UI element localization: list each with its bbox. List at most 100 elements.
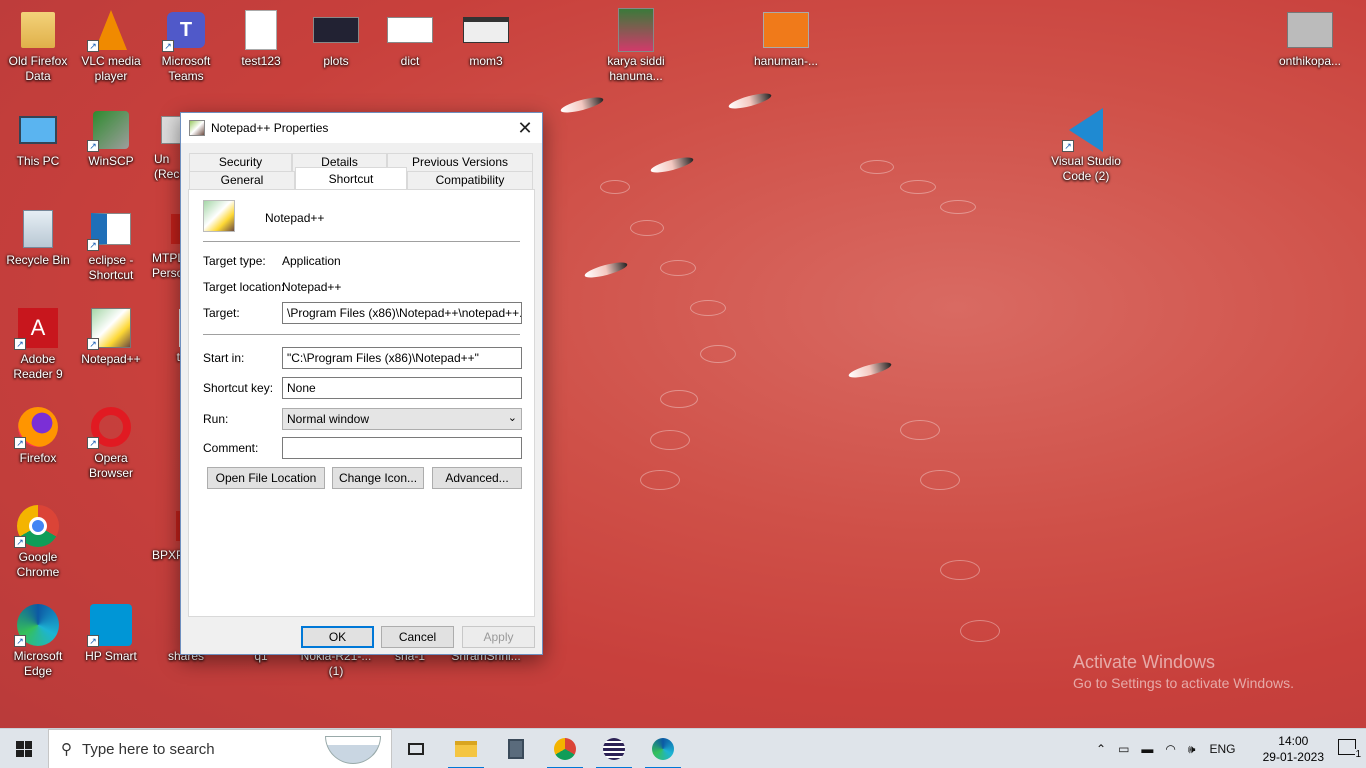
desktop-icon-eclipse[interactable]: ↗ eclipse - Shortcut (73, 207, 149, 283)
taskbar-chrome[interactable] (541, 729, 589, 768)
change-icon-button[interactable]: Change Icon... (332, 467, 424, 489)
tab-security[interactable]: Security (189, 153, 292, 171)
desktop-icon-hanuman[interactable]: hanuman-... (748, 8, 824, 69)
desktop-icon-this-pc[interactable]: This PC (0, 108, 76, 169)
desktop-icon-unknown[interactable]: Un (Reco (148, 108, 180, 182)
cancel-button[interactable]: Cancel (381, 626, 454, 648)
search-box[interactable]: ⚲ Type here to search (48, 729, 392, 768)
thumbnail-icon (463, 17, 509, 43)
desktop-icon-label: MTPL Perso (152, 251, 180, 280)
desktop-icon-vscode[interactable]: ↗ Visual Studio Code (2) (1048, 108, 1124, 184)
taskbar-eclipse[interactable] (590, 729, 638, 768)
desktop-icon-label: This PC (16, 154, 60, 168)
run-select[interactable]: Normal window ⌄ (282, 408, 522, 430)
desktop-icon-recycle-bin[interactable]: Recycle Bin (0, 207, 76, 268)
tab-previous-versions[interactable]: Previous Versions (387, 153, 533, 171)
divider (203, 241, 520, 242)
tab-general[interactable]: General (189, 171, 295, 189)
target-type-label: Target type: (203, 254, 266, 268)
notification-center-icon[interactable]: 1 (1338, 739, 1361, 760)
flamingo (649, 154, 695, 176)
desktop-icon-adobe-reader[interactable]: A ↗ Adobe Reader 9 (0, 306, 76, 382)
desktop-icon-label: Microsoft Teams (161, 54, 211, 83)
desktop-icon-label: VLC media player (81, 54, 141, 83)
desktop-icon-label: Microsoft Edge (13, 649, 63, 678)
pdf-icon (171, 214, 180, 244)
desktop-icon-teams[interactable]: T ↗ Microsoft Teams (148, 8, 224, 84)
desktop-icon-dict[interactable]: dict (372, 8, 448, 69)
desktop-icon-label: Visual Studio Code (2) (1051, 154, 1121, 183)
desktop-icon-opera[interactable]: ↗ Opera Browser (73, 405, 149, 481)
vlc-cone-icon (95, 10, 127, 50)
desktop-icon-label: t (176, 350, 180, 364)
search-icon: ⚲ (61, 741, 72, 758)
notification-count: 1 (1355, 749, 1361, 760)
desktop-icon-karya-siddi[interactable]: karya siddi hanuma... (598, 8, 674, 84)
comment-input[interactable] (282, 437, 522, 459)
eclipse-icon (603, 738, 625, 760)
taskbar-file-explorer[interactable] (442, 729, 490, 768)
clock-date: 29-01-2023 (1262, 750, 1324, 764)
chevron-up-icon[interactable]: ⌃ (1096, 742, 1106, 756)
desktop-icon-label: Opera Browser (88, 451, 133, 480)
desktop-icon-vlc[interactable]: ↗ VLC media player (73, 8, 149, 84)
target-type-value: Application (282, 254, 341, 268)
comment-label: Comment: (203, 441, 259, 455)
desktop-icon-label: Un (Reco (154, 152, 180, 181)
tab-shortcut[interactable]: Shortcut (295, 167, 407, 189)
desktop-icon-notepadpp[interactable]: ↗ Notepad++ (73, 306, 149, 367)
desktop-icon-label: Notepad++ (81, 352, 141, 366)
desktop-icon-mtpl[interactable]: MTPL Perso (148, 207, 180, 281)
desktop-icon-winscp[interactable]: ↗ WinSCP (73, 108, 149, 169)
edge-icon (652, 738, 674, 760)
desktop-icon-label: Firefox (19, 451, 57, 465)
meet-now-icon[interactable]: ▭ (1118, 742, 1129, 756)
desktop-icon-old-firefox-data[interactable]: Old Firefox Data (0, 8, 76, 84)
notepadpp-icon (189, 120, 205, 136)
desktop-icon-label: Recycle Bin (6, 253, 70, 267)
advanced-button[interactable]: Advanced... (432, 467, 522, 489)
ok-button[interactable]: OK (301, 626, 374, 648)
dialog-titlebar[interactable]: Notepad++ Properties ✕ (181, 113, 542, 143)
open-file-location-button[interactable]: Open File Location (207, 467, 325, 489)
desktop-icon-edge[interactable]: ↗ Microsoft Edge (0, 603, 76, 679)
thumbnail-icon (387, 17, 433, 43)
desktop-icon-label: mom3 (469, 54, 503, 68)
target-input[interactable]: \Program Files (x86)\Notepad++\notepad++… (282, 302, 522, 324)
desktop-icon-label: test123 (241, 54, 281, 68)
close-button[interactable]: ✕ (508, 113, 542, 143)
desktop-icon-label: karya siddi hanuma... (607, 54, 665, 83)
desktop-icon-test123[interactable]: test123 (223, 8, 299, 69)
desktop-icon-chrome[interactable]: ↗ Google Chrome (0, 504, 76, 580)
apply-button[interactable]: Apply (462, 626, 535, 648)
desktop-icon-bpxp[interactable]: BPXP (148, 504, 182, 563)
app-name: Notepad++ (265, 211, 325, 225)
shortcut-key-input[interactable]: None (282, 377, 522, 399)
desktop-icon-label: Old Firefox Data (8, 54, 68, 83)
volume-icon[interactable]: 🕪 (1188, 742, 1196, 757)
tab-compatibility[interactable]: Compatibility (407, 171, 533, 189)
taskbar-calculator[interactable] (492, 729, 540, 768)
clock[interactable]: 14:00 29-01-2023 (1263, 733, 1324, 765)
system-tray: ⌃ ▭ ▬ ◠ 🕪 ENG (1090, 729, 1243, 768)
desktop-icon-t[interactable]: t (148, 306, 180, 365)
folder-icon (21, 12, 55, 48)
start-in-input[interactable]: "C:\Program Files (x86)\Notepad++" (282, 347, 522, 369)
desktop-icon-mom3[interactable]: mom3 (448, 8, 524, 69)
desktop-icon-label: BPXP (152, 548, 182, 562)
wifi-icon[interactable]: ◠ (1165, 742, 1175, 756)
desktop-icon-plots[interactable]: plots (298, 8, 374, 69)
dialog-title: Notepad++ Properties (211, 121, 329, 135)
task-view-button[interactable] (392, 729, 440, 768)
desktop-icon-firefox[interactable]: ↗ Firefox (0, 405, 76, 466)
start-button[interactable] (0, 729, 48, 768)
flamingo (847, 359, 893, 381)
desktop-icon-onthikopa[interactable]: onthikopa... (1272, 8, 1348, 69)
taskbar-edge[interactable] (639, 729, 687, 768)
desktop-icon-label: WinSCP (88, 154, 134, 168)
language-indicator[interactable]: ENG (1209, 742, 1235, 756)
battery-icon[interactable]: ▬ (1141, 742, 1153, 756)
desktop-icon-hp-smart[interactable]: ↗ HP Smart (73, 603, 149, 664)
image-thumbnail-icon (618, 8, 654, 52)
desktop-icon-label: eclipse - Shortcut (88, 253, 134, 282)
